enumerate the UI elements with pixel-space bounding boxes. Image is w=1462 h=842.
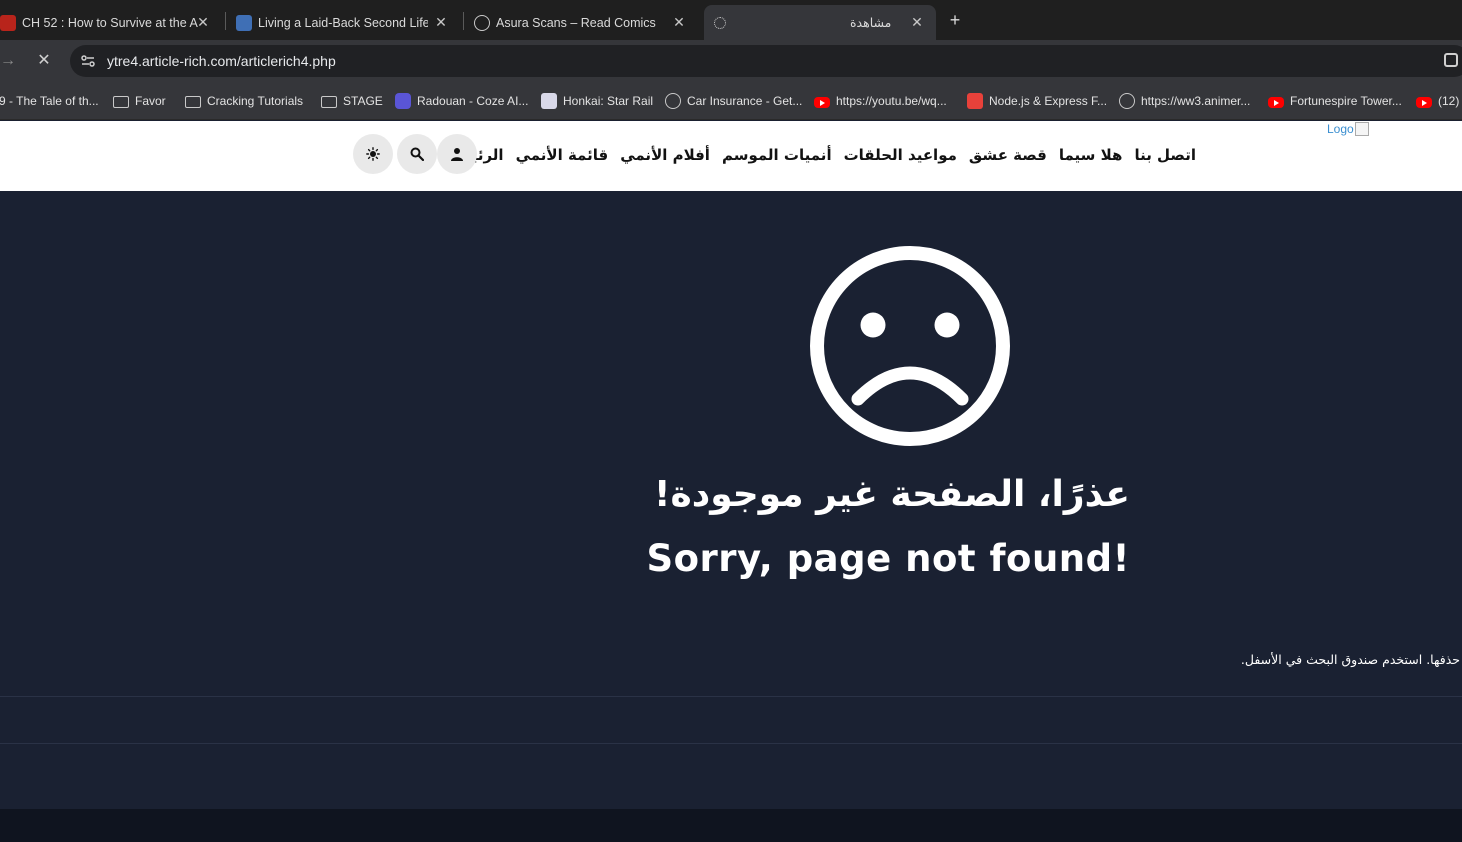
user-icon: [451, 148, 463, 161]
bookmark-label: Radouan - Coze AI...: [417, 94, 529, 108]
manga-icon: [236, 14, 252, 31]
address-bar[interactable]: ytre4.article-rich.com/articlerich4.php: [70, 45, 1462, 77]
globe-icon: [474, 14, 490, 31]
browser-tab[interactable]: Living a Laid-Back Second Life c ✕: [236, 5, 460, 40]
close-icon[interactable]: ✕: [194, 13, 212, 31]
bookmark-folder[interactable]: Cracking Tutorials: [185, 92, 303, 110]
error-hint-text: حذفها. استخدم صندوق البحث في الأسفل.: [1240, 652, 1460, 667]
tab-title: Living a Laid-Back Second Life c: [258, 15, 428, 30]
broken-image-icon: [1354, 122, 1369, 136]
close-icon[interactable]: ✕: [670, 13, 688, 31]
bookmark-label: Honkai: Star Rail: [563, 94, 654, 108]
bookmark-item[interactable]: https://ww3.animer...: [1119, 92, 1250, 110]
error-page-main: عذرًا، الصفحة غير موجودة! Sorry, page no…: [0, 191, 1462, 809]
youtube-icon: [814, 97, 830, 108]
bookmark-folder[interactable]: Favor: [113, 92, 166, 110]
folder-icon: [113, 96, 129, 108]
bookmark-label: https://ww3.animer...: [1141, 94, 1251, 108]
nav-item-episode-schedule[interactable]: مواعيد الحلقات: [844, 146, 957, 164]
search-icon: [410, 147, 424, 161]
nav-item-season-anime[interactable]: أنميات الموسم: [722, 146, 832, 164]
sun-icon: [366, 147, 380, 161]
bookmark-label: Node.js & Express F...: [989, 94, 1108, 108]
bookmark-item[interactable]: https://youtu.be/wq...: [814, 92, 947, 110]
error-title-arabic: عذرًا، الصفحة غير موجودة!: [654, 474, 1130, 515]
forward-icon[interactable]: →: [0, 51, 18, 71]
browser-tab[interactable]: CH 52 : How to Survive at the A ✕: [0, 5, 222, 40]
bookmark-item[interactable]: 9 - The Tale of th...: [0, 92, 99, 110]
nav-item-qissat-ishq[interactable]: قصة عشق: [969, 146, 1047, 164]
browser-tab[interactable]: Asura Scans – Read Comics ✕: [474, 5, 698, 40]
browser-tab-active[interactable]: مشاهدة ✕: [704, 5, 936, 40]
bookmark-item[interactable]: Fortunespire Tower...: [1268, 92, 1402, 110]
sad-face-icon: [810, 246, 1010, 446]
url-text[interactable]: ytre4.article-rich.com/articlerich4.php: [107, 53, 336, 69]
tab-separator: [225, 12, 226, 30]
coze-icon: [395, 93, 411, 109]
bookmark-item[interactable]: Honkai: Star Rail: [541, 92, 653, 110]
bookmark-label: 9 - The Tale of th...: [0, 94, 99, 108]
globe-icon: [1119, 93, 1135, 109]
divider: [0, 696, 1462, 697]
browser-tab-strip: CH 52 : How to Survive at the A ✕ Living…: [0, 0, 1462, 40]
bookmark-item[interactable]: (12): [1416, 92, 1459, 110]
site-footer: [0, 809, 1462, 842]
bookmark-item[interactable]: Node.js & Express F...: [967, 92, 1107, 110]
stop-loading-icon[interactable]: ✕: [34, 51, 54, 71]
bookmark-label: Favor: [135, 94, 166, 108]
logo-alt-text: Logo: [1327, 122, 1354, 136]
tab-title: CH 52 : How to Survive at the A: [22, 15, 198, 30]
bookmark-label: (12): [1438, 94, 1460, 108]
site-logo[interactable]: Logo: [1327, 122, 1369, 136]
youtube-icon: [1416, 97, 1432, 108]
site-header: Logo الرئيسية قائمة الأنمي أفلام الأنمي …: [0, 121, 1462, 191]
bookmark-label: Car Insurance - Get...: [687, 94, 803, 108]
close-icon[interactable]: ✕: [908, 13, 926, 31]
folder-icon: [185, 96, 201, 108]
tab-title: Asura Scans – Read Comics: [496, 15, 656, 30]
bookmark-item[interactable]: Radouan - Coze AI...: [395, 92, 528, 110]
node-icon: [967, 93, 983, 109]
honkai-icon: [541, 93, 557, 109]
bookmark-label: Cracking Tutorials: [207, 94, 304, 108]
divider: [0, 743, 1462, 744]
loading-icon: [714, 16, 726, 29]
error-title-english: Sorry, page not found!: [646, 537, 1130, 580]
theme-toggle-button[interactable]: [353, 134, 393, 174]
extension-icon[interactable]: [1444, 53, 1458, 67]
new-tab-button[interactable]: +: [944, 9, 966, 31]
folder-icon: [321, 96, 337, 108]
bookmark-folder[interactable]: STAGE: [321, 92, 383, 110]
nav-item-anime-movies[interactable]: أفلام الأنمي: [620, 146, 710, 164]
nav-item-contact[interactable]: اتصل بنا: [1134, 146, 1196, 164]
bookmark-item[interactable]: Car Insurance - Get...: [665, 92, 802, 110]
tab-title: مشاهدة: [850, 16, 892, 30]
demon-icon: [0, 14, 16, 31]
bookmarks-bar: 9 - The Tale of th... Favor Cracking Tut…: [0, 82, 1462, 120]
main-navigation: الرئيسية قائمة الأنمي أفلام الأنمي أنميا…: [441, 146, 1196, 164]
user-button[interactable]: [437, 134, 477, 174]
bookmark-label: https://youtu.be/wq...: [836, 94, 947, 108]
bookmark-label: STAGE: [343, 94, 383, 108]
nav-item-hala-cima[interactable]: هلا سيما: [1059, 146, 1123, 164]
tab-separator: [463, 12, 464, 30]
bookmark-label: Fortunespire Tower...: [1290, 94, 1402, 108]
site-settings-icon[interactable]: [80, 53, 96, 69]
search-button[interactable]: [397, 134, 437, 174]
globe-icon: [665, 93, 681, 109]
close-icon[interactable]: ✕: [432, 13, 450, 31]
youtube-icon: [1268, 97, 1284, 108]
nav-item-anime-list[interactable]: قائمة الأنمي: [516, 146, 609, 164]
browser-toolbar: → ✕ ytre4.article-rich.com/articlerich4.…: [0, 40, 1462, 82]
